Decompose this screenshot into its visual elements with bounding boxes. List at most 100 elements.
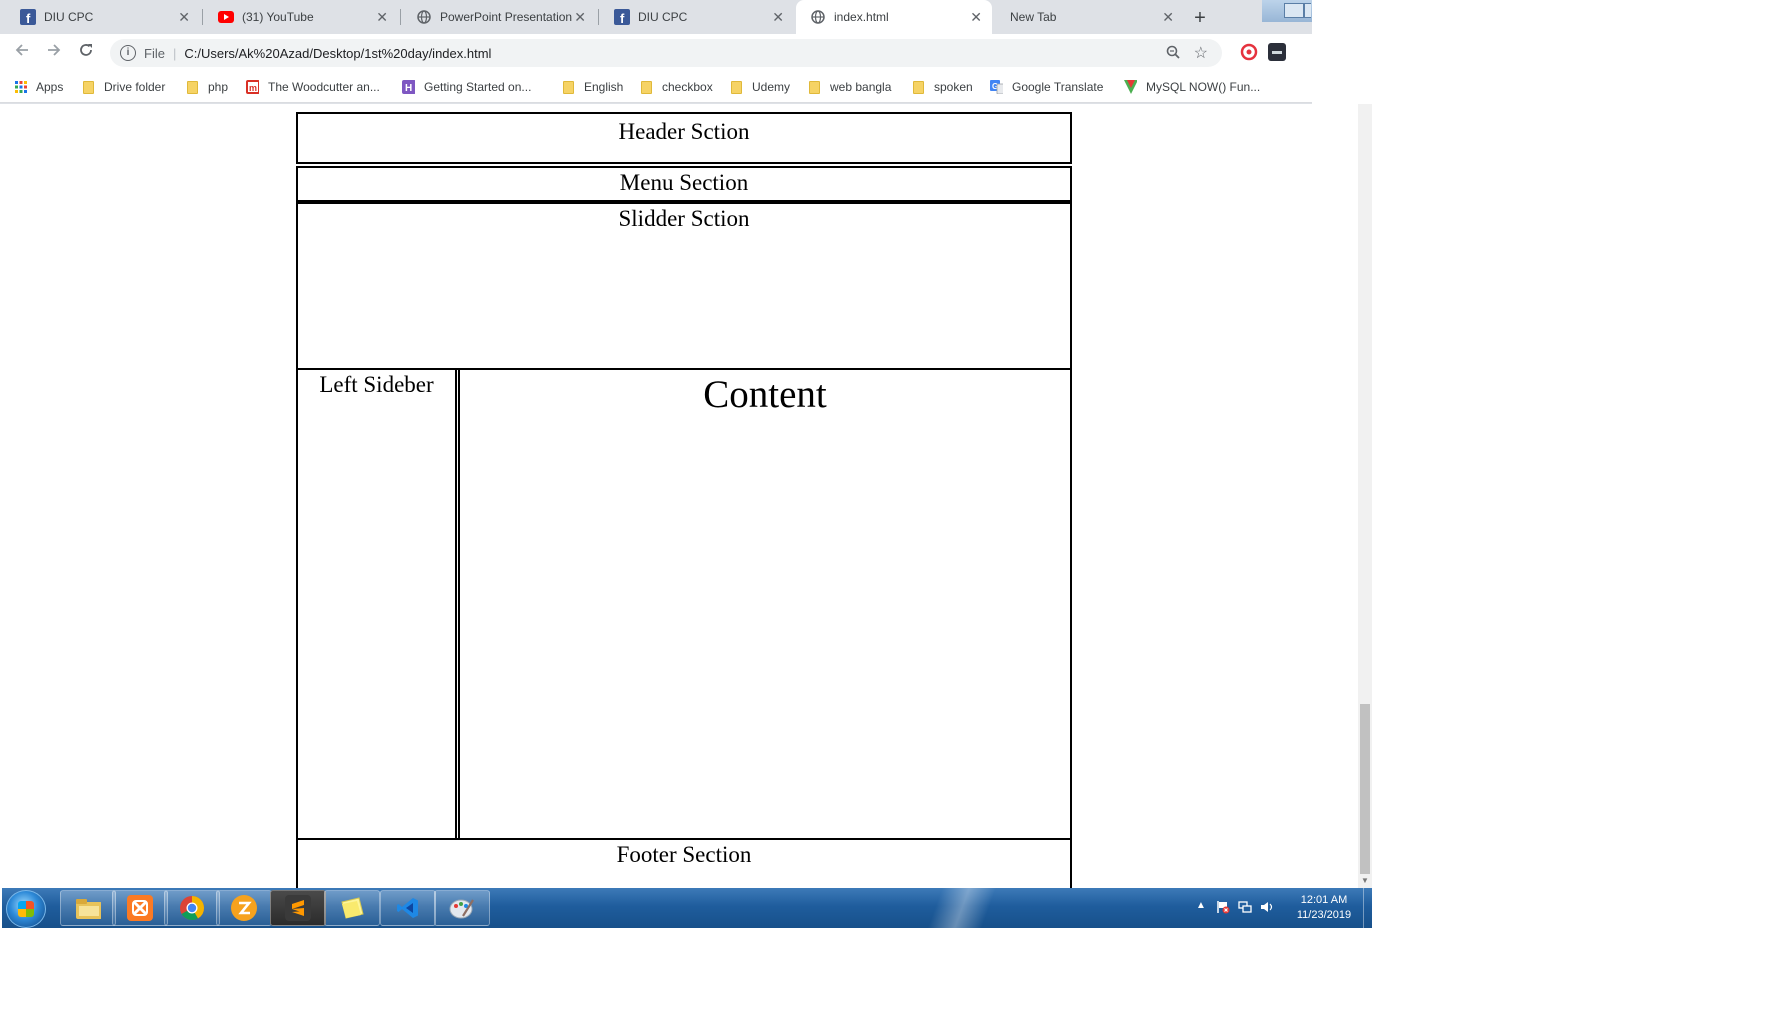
back-arrow-icon[interactable] [10,42,34,64]
svg-text:f: f [26,11,31,25]
tab-separator [202,9,203,25]
bookmark-label: Drive folder [104,80,166,94]
grammarly-icon[interactable] [1240,43,1258,61]
content-section: Content [458,368,1072,840]
tab-new-tab[interactable]: New Tab ✕ [994,0,1184,34]
page-scrollbar[interactable]: ▼ [1358,104,1372,888]
tab-diu-cpc-2[interactable]: f DIU CPC ✕ [600,0,794,34]
maximize-icon[interactable] [1304,3,1311,18]
taskbar-shine [902,888,1022,928]
reload-icon[interactable] [74,42,98,64]
bookmark-star-icon[interactable]: ☆ [1194,43,1208,63]
filezilla-icon [231,895,257,921]
bookmark-drive-folder[interactable]: Drive folder [82,72,165,102]
apps-grid-icon [14,80,27,94]
chrome-icon [179,895,205,921]
scroll-down-arrow-icon[interactable]: ▼ [1360,876,1370,888]
close-icon[interactable]: ✕ [1162,9,1174,25]
clock-date: 11/23/2019 [1296,909,1352,921]
bookmark-google-translate[interactable]: G Google Translate [990,72,1103,102]
tab-powerpoint-presentation[interactable]: PowerPoint Presentation ✕ [402,0,596,34]
taskbar-vscode[interactable] [380,890,436,926]
footer-section-label: Footer Section [616,842,752,867]
zoom-icon[interactable] [1166,45,1180,62]
tab-diu-cpc-1[interactable]: f DIU CPC ✕ [6,0,200,34]
globe-icon [416,9,432,25]
bookmark-mysql-now[interactable]: MySQL NOW() Fun... [1124,72,1260,102]
svg-text:m: m [249,83,257,93]
new-tab-button[interactable]: + [1186,4,1214,32]
bookmark-label: Google Translate [1012,80,1104,94]
bookmark-label: English [584,80,624,94]
taskbar-chrome[interactable] [164,890,220,926]
folder-icon [808,80,821,94]
taskbar-paint[interactable] [434,890,490,926]
google-translate-icon: G [990,80,1003,94]
bookmark-label: MySQL NOW() Fun... [1146,80,1261,94]
forward-arrow-icon[interactable] [42,42,66,64]
folder-icon [186,80,199,94]
network-icon[interactable] [1238,900,1252,914]
content-section-label: Content [703,373,827,416]
info-icon[interactable]: i [120,45,136,61]
left-sidebar-label: Left Sideber [319,372,434,397]
folder-icon [912,80,925,94]
close-icon[interactable]: ✕ [376,9,388,25]
bookmark-udemy[interactable]: Udemy [730,72,790,102]
header-section: Header Sction [296,112,1072,164]
taskbar-xampp[interactable] [112,890,168,926]
bookmark-web-bangla[interactable]: web bangla [808,72,891,102]
tab-title: index.html [834,10,889,24]
xampp-icon [127,895,153,921]
scrollbar-thumb[interactable] [1360,704,1370,874]
volume-icon[interactable] [1260,900,1274,914]
tab-index-html[interactable]: index.html ✕ [796,0,992,34]
taskbar-sticky-notes[interactable] [324,890,380,926]
window-controls [1262,0,1312,22]
close-icon[interactable]: ✕ [574,9,586,25]
bookmark-spoken[interactable]: spoken [912,72,973,102]
bookmark-english[interactable]: English [562,72,623,102]
bookmark-label: php [208,80,229,94]
close-icon[interactable]: ✕ [772,9,784,25]
close-icon[interactable]: ✕ [178,9,190,25]
start-button[interactable] [6,890,46,928]
taskbar-filezilla[interactable] [216,890,272,926]
tab-title: PowerPoint Presentation [440,10,573,24]
address-bar[interactable]: i File | C:/Users/Ak%20Azad/Desktop/1st%… [110,39,1222,67]
h-logo-icon: H [402,80,415,94]
action-center-flag-icon[interactable] [1216,900,1230,914]
extension-icon[interactable] [1268,43,1286,61]
clock-time: 12:01 AM [1300,894,1348,906]
slider-section-label: Slidder Sction [618,206,750,231]
file-explorer-icon [75,895,101,921]
tab-title: DIU CPC [638,10,688,24]
minimize-icon[interactable] [1284,3,1304,18]
footer-section: Footer Section [296,838,1072,890]
tab-title: New Tab [1010,10,1057,24]
bookmark-apps[interactable]: Apps [14,72,63,102]
w3schools-icon [1124,80,1137,94]
globe-icon [810,9,826,25]
tab-youtube[interactable]: (31) YouTube ✕ [204,0,398,34]
facebook-icon: f [614,9,630,25]
close-icon[interactable]: ✕ [970,9,982,25]
facebook-icon: f [20,9,36,25]
bookmark-getting-started[interactable]: H Getting Started on... [402,72,531,102]
tray-expand-icon[interactable]: ▲ [1196,900,1206,911]
taskbar-sublime-text[interactable] [270,890,326,926]
slider-section: Slidder Sction [296,202,1072,370]
paint-icon [449,895,475,921]
page-viewport: Header Sction Menu Section Slidder Sctio… [0,104,1360,890]
bookmark-label: checkbox [662,80,713,94]
bookmark-checkbox[interactable]: checkbox [640,72,713,102]
bookmark-php[interactable]: php [186,72,228,102]
browser-chrome: f DIU CPC ✕ (31) YouTube ✕ PowerPoint Pr… [0,0,1312,104]
taskbar-file-explorer[interactable] [60,890,116,926]
system-clock[interactable]: 12:01 AM 11/23/2019 [1288,893,1360,923]
svg-text:f: f [620,11,625,25]
bookmark-woodcutter[interactable]: m The Woodcutter an... [246,72,380,102]
address-url[interactable]: C:/Users/Ak%20Azad/Desktop/1st%20day/ind… [184,46,491,61]
bookmark-label: web bangla [830,80,892,94]
show-desktop-button[interactable] [1363,888,1372,928]
